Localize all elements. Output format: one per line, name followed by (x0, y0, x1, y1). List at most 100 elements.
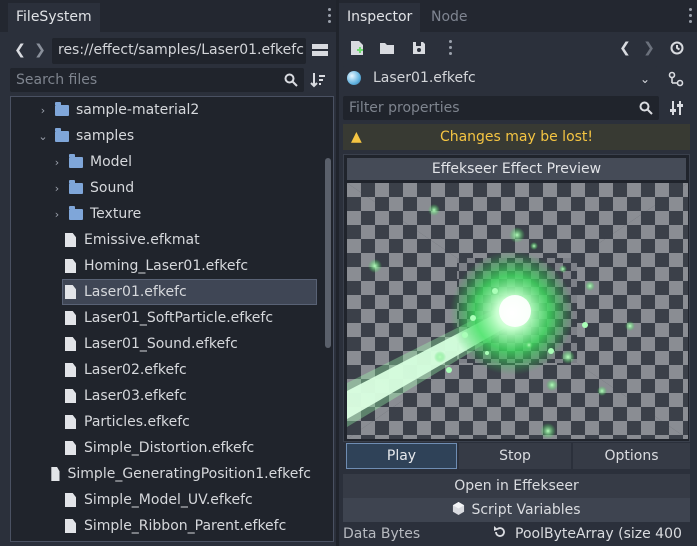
file-icon (65, 415, 76, 429)
file-icon (65, 389, 76, 403)
laser-core (499, 295, 531, 327)
tab-inspector[interactable]: Inspector (339, 3, 421, 32)
open-in-effekseer-button[interactable]: Open in Effekseer (343, 474, 690, 498)
tree-item-label: Simple_GeneratingPosition1.efkefc (67, 466, 311, 482)
tree-folder-row[interactable]: › Sound (11, 175, 311, 201)
open-folder-icon[interactable] (377, 38, 397, 58)
filesystem-panel: FileSystem ❮ ❯ res://effect/samples/Lase… (0, 0, 336, 546)
tree-file-row[interactable]: Laser01_SoftParticle.efkefc (11, 305, 311, 331)
effect-preview-frame: Effekseer Effect Preview (343, 154, 690, 442)
options-button[interactable]: Options (573, 443, 690, 469)
collapsed-arrow-icon[interactable]: › (51, 182, 63, 195)
split-view-icon[interactable] (310, 40, 330, 60)
tree-item-label: samples (76, 128, 135, 144)
filter-properties-input[interactable]: Filter properties (343, 96, 659, 120)
property-value[interactable]: PoolByteArray (size 400 (515, 526, 682, 542)
tree-file-row[interactable]: Emissive.efkmat (11, 227, 311, 253)
collapsed-arrow-icon[interactable]: › (37, 104, 49, 117)
folder-icon (69, 153, 83, 168)
inspector-menu-icon[interactable] (689, 8, 693, 24)
effect-preview-viewport[interactable] (347, 183, 688, 439)
file-icon (51, 467, 60, 481)
tree-folder-row[interactable]: › Model (11, 149, 311, 175)
play-button[interactable]: Play (346, 443, 457, 469)
tree-file-row[interactable]: Laser03.efkefc (11, 383, 311, 409)
revert-icon[interactable] (493, 525, 507, 543)
tree-item-label: Laser01.efkefc (84, 284, 187, 300)
filesystem-menu-icon[interactable] (328, 8, 332, 24)
tree-file-row[interactable]: Particles.efkefc (11, 409, 311, 435)
tree-file-row[interactable]: Laser02.efkefc (11, 357, 311, 383)
tree-item-label: Model (90, 154, 133, 170)
file-icon (65, 519, 76, 533)
new-resource-icon[interactable] (347, 38, 367, 58)
folder-icon (55, 127, 69, 142)
tree-item-label: Simple_Ribbon_Parent.efkefc (84, 518, 287, 534)
resource-options-icon[interactable] (449, 40, 453, 56)
filter-search-icon (637, 98, 655, 118)
script-variables-label: Script Variables (471, 502, 581, 518)
save-icon[interactable] (409, 38, 429, 58)
file-icon (65, 311, 76, 325)
file-icon (65, 363, 76, 377)
tree-file-row[interactable]: Simple_Model_UV.efkefc (11, 487, 311, 513)
tree-item-label: Simple_Distortion.efkefc (84, 440, 255, 456)
file-icon (65, 233, 76, 247)
tree-file-row[interactable]: Homing_Laser01.efkefc (11, 253, 311, 279)
resource-name: Laser01.efkefc (373, 70, 476, 86)
history-back-icon[interactable]: ❮ (617, 38, 633, 58)
inspector-panel: Inspector Node ❮ ❯ Laser01.efkefc ⌄ Filt… (339, 0, 697, 546)
tree-item-label: Emissive.efkmat (84, 232, 200, 248)
back-arrow-icon[interactable]: ❮ (12, 40, 28, 60)
expanded-arrow-icon[interactable]: ⌄ (37, 130, 49, 143)
tree-item-label: Laser01_SoftParticle.efkefc (84, 310, 274, 326)
search-files-input[interactable]: Search files (10, 68, 304, 92)
script-variables-section[interactable]: Script Variables (343, 498, 690, 522)
warning-icon: ▲ (351, 129, 362, 145)
collapsed-arrow-icon[interactable]: › (51, 208, 63, 221)
property-tools-icon[interactable] (667, 98, 687, 118)
tree-item-label: sample-material2 (76, 102, 200, 118)
warning-text: Changes may be lost! (439, 129, 594, 145)
tree-file-row[interactable]: Laser01_Sound.efkefc (11, 331, 311, 357)
data-bytes-property: Data Bytes PoolByteArray (size 400 (343, 522, 690, 546)
tree-folder-row[interactable]: › sample-material2 (11, 97, 311, 123)
tree-item-label: Laser03.efkefc (84, 388, 187, 404)
path-field[interactable]: res://effect/samples/Laser01.efkefc (52, 38, 306, 64)
tree-item-label: Laser01_Sound.efkefc (84, 336, 238, 352)
tree-folder-row[interactable]: › Texture (11, 201, 311, 227)
warning-bar: ▲ Changes may be lost! (343, 124, 690, 150)
chevron-down-icon[interactable]: ⌄ (637, 70, 653, 88)
file-icon (65, 441, 76, 455)
tree-file-row[interactable]: Simple_Distortion.efkefc (11, 435, 311, 461)
collapsed-arrow-icon[interactable]: › (51, 156, 63, 169)
history-forward-icon[interactable]: ❯ (641, 38, 657, 58)
inspector-tabbar: Inspector Node (339, 0, 697, 32)
sort-icon[interactable] (308, 70, 328, 90)
tree-item-label: Simple_Model_UV.efkefc (84, 492, 253, 508)
search-icon (282, 70, 300, 90)
tab-filesystem[interactable]: FileSystem (8, 3, 100, 32)
cube-icon (452, 501, 465, 519)
preview-title: Effekseer Effect Preview (347, 158, 686, 180)
preview-scene (347, 183, 688, 439)
tree-file-row[interactable]: Simple_Ribbon_Parent.efkefc (11, 513, 311, 539)
folder-icon (55, 101, 69, 116)
tab-node[interactable]: Node (423, 3, 476, 32)
history-icon[interactable] (667, 38, 687, 58)
forward-arrow-icon[interactable]: ❯ (32, 40, 48, 60)
folder-icon (69, 205, 83, 220)
tree-file-row[interactable]: Laser01.efkefc (62, 279, 317, 305)
tree-item-label: Sound (90, 180, 135, 196)
stop-button[interactable]: Stop (459, 443, 571, 469)
tree-file-row[interactable]: Simple_GeneratingPosition1.efkefc (11, 461, 311, 487)
resource-selector[interactable]: Laser01.efkefc (343, 66, 657, 92)
resource-sphere-icon (347, 71, 361, 85)
property-name: Data Bytes (343, 526, 421, 542)
tree-item-label: Texture (90, 206, 142, 222)
tree-folder-row[interactable]: ⌄ samples (11, 123, 311, 149)
tree-item-label: Laser02.efkefc (84, 362, 187, 378)
node-tree-icon[interactable] (665, 68, 687, 90)
file-tree-scrollbar[interactable] (325, 158, 331, 348)
file-tree: › sample-material2 ⌄ samples › Model › Sound › Te… (10, 96, 334, 542)
